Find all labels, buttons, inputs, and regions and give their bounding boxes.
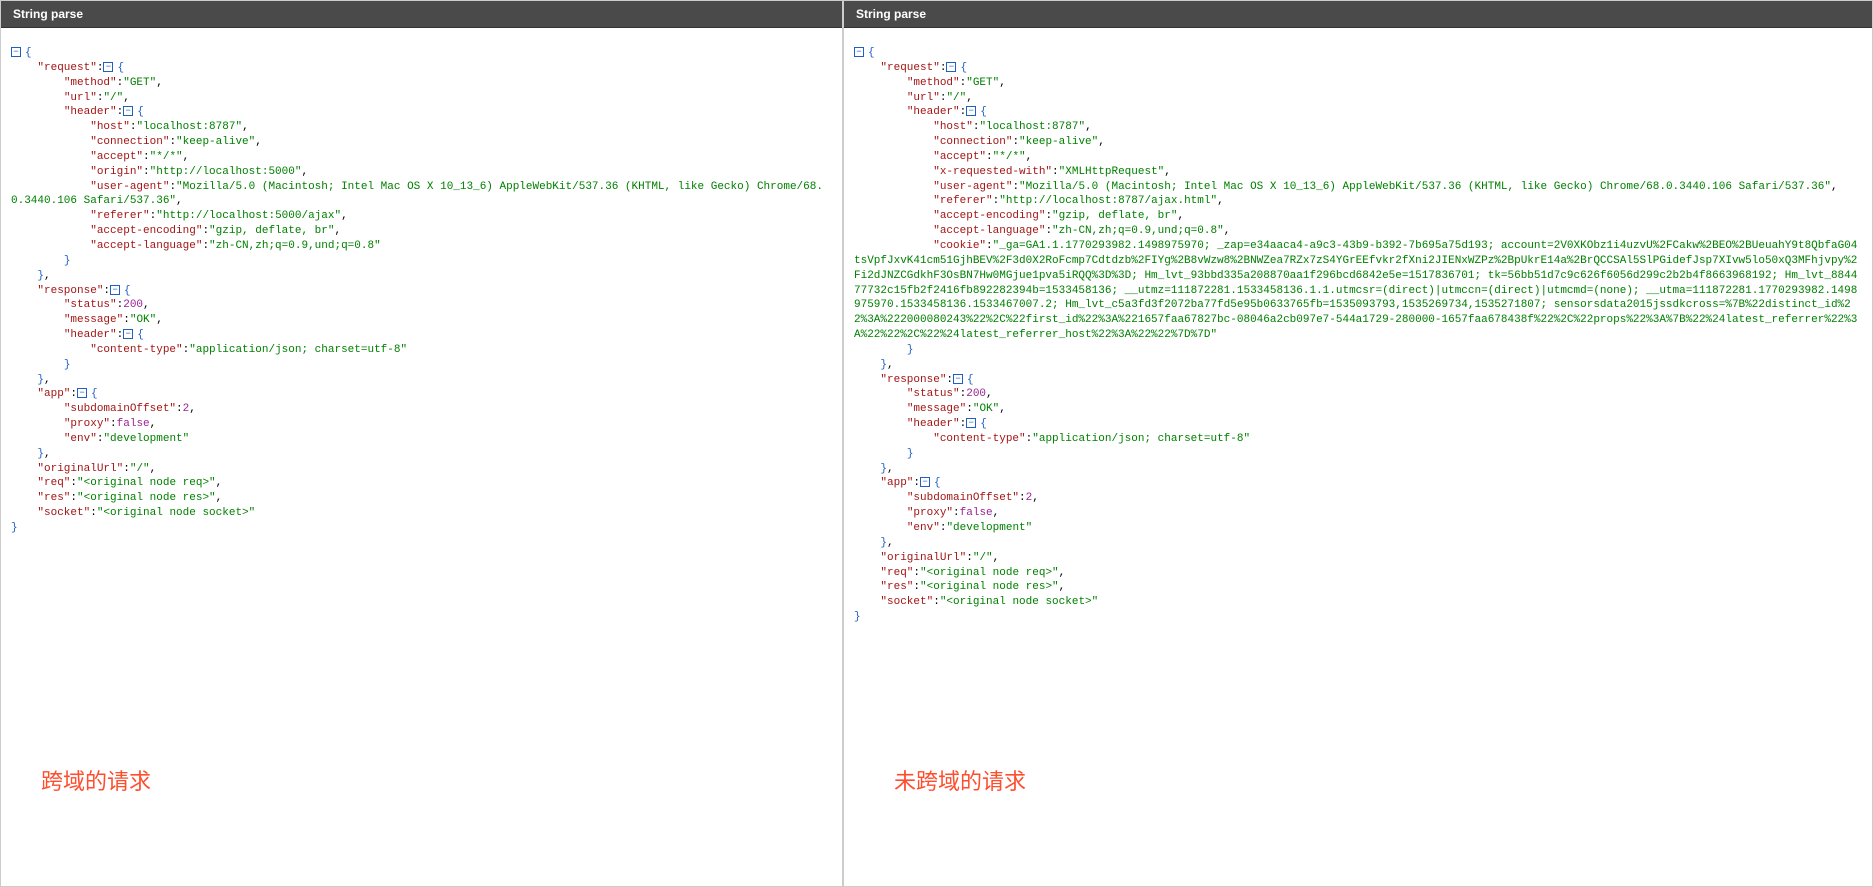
json-line: },	[854, 462, 1862, 477]
json-line: "url":"/",	[854, 91, 1862, 106]
json-line: "originalUrl":"/",	[854, 551, 1862, 566]
json-line: "socket":"<original node socket>"	[854, 595, 1862, 610]
json-line: "message":"OK",	[854, 402, 1862, 417]
json-line: "url":"/",	[11, 91, 832, 106]
json-viewer-right[interactable]: −{ "request":−{ "method":"GET", "url":"/…	[844, 28, 1872, 635]
collapse-toggle-icon[interactable]: −	[11, 47, 21, 57]
panel-title: String parse	[13, 7, 83, 21]
root: String parse −{ "request":−{ "method":"G…	[0, 0, 1873, 887]
json-line: }	[854, 447, 1862, 462]
json-line: },	[854, 358, 1862, 373]
json-line: "subdomainOffset":2,	[11, 402, 832, 417]
json-line: "accept-encoding":"gzip, deflate, br",	[11, 224, 832, 239]
collapse-toggle-icon[interactable]: −	[966, 106, 976, 116]
json-line: "res":"<original node res>",	[854, 580, 1862, 595]
json-line: "req":"<original node req>",	[854, 566, 1862, 581]
json-line: "response":−{	[11, 284, 832, 299]
json-line: },	[11, 447, 832, 462]
json-line: "method":"GET",	[11, 76, 832, 91]
json-line: "request":−{	[11, 61, 832, 76]
json-line: "originalUrl":"/",	[11, 462, 832, 477]
json-viewer-left[interactable]: −{ "request":−{ "method":"GET", "url":"/…	[1, 28, 842, 546]
json-line: "user-agent":"Mozilla/5.0 (Macintosh; In…	[11, 180, 832, 210]
json-line: "header":−{	[854, 105, 1862, 120]
panel-title: String parse	[856, 7, 926, 21]
json-line: "accept":"*/*",	[11, 150, 832, 165]
collapse-toggle-icon[interactable]: −	[920, 477, 930, 487]
json-line: "header":−{	[11, 328, 832, 343]
collapse-toggle-icon[interactable]: −	[123, 329, 133, 339]
json-line: "response":−{	[854, 373, 1862, 388]
json-line: "res":"<original node res>",	[11, 491, 832, 506]
json-line: },	[11, 373, 832, 388]
json-line: "req":"<original node req>",	[11, 476, 832, 491]
left-panel-header: String parse	[1, 1, 842, 28]
json-line: }	[11, 254, 832, 269]
json-line: "content-type":"application/json; charse…	[11, 343, 832, 358]
json-line: "status":200,	[11, 298, 832, 313]
json-line: "status":200,	[854, 387, 1862, 402]
right-pane: String parse −{ "request":−{ "method":"G…	[843, 0, 1873, 887]
json-line: "x-requested-with":"XMLHttpRequest",	[854, 165, 1862, 180]
json-line: "header":−{	[11, 105, 832, 120]
collapse-toggle-icon[interactable]: −	[123, 106, 133, 116]
json-line: "host":"localhost:8787",	[11, 120, 832, 135]
json-line: "subdomainOffset":2,	[854, 491, 1862, 506]
json-line: "content-type":"application/json; charse…	[854, 432, 1862, 447]
json-line: "app":−{	[11, 387, 832, 402]
json-line: "connection":"keep-alive",	[11, 135, 832, 150]
json-line: "env":"development"	[854, 521, 1862, 536]
caption-right: 未跨域的请求	[894, 764, 1026, 796]
json-line: },	[854, 536, 1862, 551]
json-line: },	[11, 269, 832, 284]
json-line: "app":−{	[854, 476, 1862, 491]
collapse-toggle-icon[interactable]: −	[953, 374, 963, 384]
json-line: "accept-language":"zh-CN,zh;q=0.9,und;q=…	[854, 224, 1862, 239]
json-line: "connection":"keep-alive",	[854, 135, 1862, 150]
json-line: −{	[11, 46, 832, 61]
json-line: "proxy":false,	[11, 417, 832, 432]
json-line: }	[854, 610, 1862, 625]
json-line: "referer":"http://localhost:5000/ajax",	[11, 209, 832, 224]
json-line: "accept":"*/*",	[854, 150, 1862, 165]
json-line: "cookie":"_ga=GA1.1.1770293982.149897597…	[854, 239, 1862, 343]
json-line: −{	[854, 46, 1862, 61]
json-line: "referer":"http://localhost:8787/ajax.ht…	[854, 194, 1862, 209]
json-line: "message":"OK",	[11, 313, 832, 328]
json-line: }	[854, 343, 1862, 358]
json-line: "user-agent":"Mozilla/5.0 (Macintosh; In…	[854, 180, 1862, 195]
json-line: "accept-encoding":"gzip, deflate, br",	[854, 209, 1862, 224]
json-line: "request":−{	[854, 61, 1862, 76]
collapse-toggle-icon[interactable]: −	[854, 47, 864, 57]
json-line: "env":"development"	[11, 432, 832, 447]
left-pane: String parse −{ "request":−{ "method":"G…	[0, 0, 843, 887]
collapse-toggle-icon[interactable]: −	[77, 388, 87, 398]
collapse-toggle-icon[interactable]: −	[966, 418, 976, 428]
json-line: "accept-language":"zh-CN,zh;q=0.9,und;q=…	[11, 239, 832, 254]
caption-left: 跨域的请求	[41, 764, 151, 796]
json-line: "header":−{	[854, 417, 1862, 432]
json-line: "origin":"http://localhost:5000",	[11, 165, 832, 180]
json-line: "host":"localhost:8787",	[854, 120, 1862, 135]
json-line: "socket":"<original node socket>"	[11, 506, 832, 521]
collapse-toggle-icon[interactable]: −	[946, 62, 956, 72]
json-line: }	[11, 358, 832, 373]
json-line: "method":"GET",	[854, 76, 1862, 91]
json-line: "proxy":false,	[854, 506, 1862, 521]
collapse-toggle-icon[interactable]: −	[110, 285, 120, 295]
right-panel-header: String parse	[844, 1, 1872, 28]
json-line: }	[11, 521, 832, 536]
collapse-toggle-icon[interactable]: −	[103, 62, 113, 72]
